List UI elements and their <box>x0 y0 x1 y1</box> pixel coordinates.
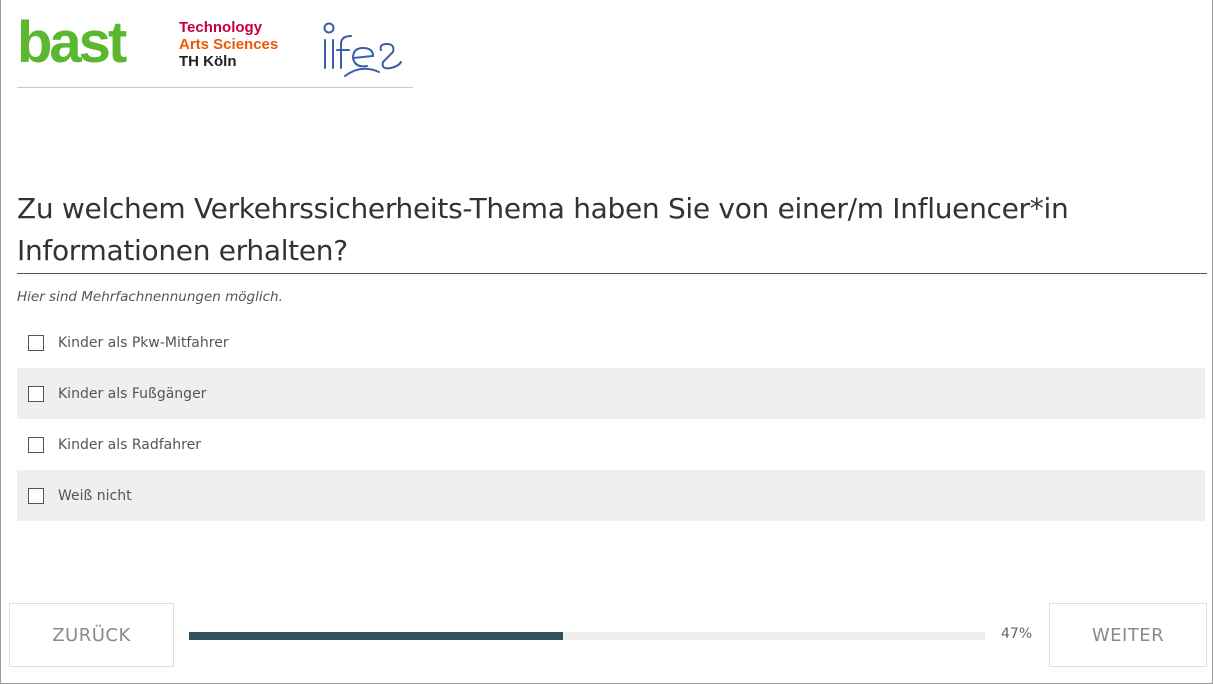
option-kinder-radfahrer[interactable]: Kinder als Radfahrer <box>17 419 1205 470</box>
back-button[interactable]: ZURÜCK <box>9 603 174 667</box>
checkbox[interactable] <box>28 487 44 504</box>
question-hint: Hier sind Mehrfachnennungen möglich. <box>17 289 283 305</box>
question-title: Zu welchem Verkehrssicherheits-Thema hab… <box>17 192 1069 267</box>
progress-percent: 47% <box>1001 626 1033 642</box>
next-button[interactable]: WEITER <box>1049 603 1207 667</box>
title-divider <box>17 273 1207 274</box>
survey-page: bast Technology Arts Sciences TH Köln Zu… <box>0 0 1213 684</box>
th-logo-line-technology: Technology <box>179 19 263 36</box>
checkbox[interactable] <box>28 436 44 453</box>
option-kinder-fussgaenger[interactable]: Kinder als Fußgänger <box>17 368 1205 419</box>
progress-bar <box>189 632 985 640</box>
bast-logo: bast <box>17 10 127 75</box>
logo-header: bast Technology Arts Sciences TH Köln <box>17 12 413 88</box>
option-weiss-nicht[interactable]: Weiß nicht <box>17 470 1205 521</box>
ifes-logo <box>323 22 402 77</box>
checkbox[interactable] <box>28 385 44 402</box>
navigation-footer: ZURÜCK 47% WEITER <box>1 603 1212 667</box>
th-logo-line-arts-sciences: Arts Sciences <box>179 36 279 53</box>
option-label: Kinder als Fußgänger <box>58 385 207 402</box>
option-kinder-pkw-mitfahrer[interactable]: Kinder als Pkw-Mitfahrer <box>17 317 1205 368</box>
th-logo-line-th-koeln: TH Köln <box>179 53 237 70</box>
checkbox[interactable] <box>28 334 44 351</box>
th-koeln-logo: Technology Arts Sciences TH Köln <box>179 19 278 70</box>
option-label: Weiß nicht <box>58 487 132 504</box>
option-label: Kinder als Radfahrer <box>58 436 201 453</box>
option-label: Kinder als Pkw-Mitfahrer <box>58 334 229 351</box>
progress-bar-fill <box>189 632 564 640</box>
answer-options: Kinder als Pkw-Mitfahrer Kinder als Fußg… <box>17 317 1205 521</box>
